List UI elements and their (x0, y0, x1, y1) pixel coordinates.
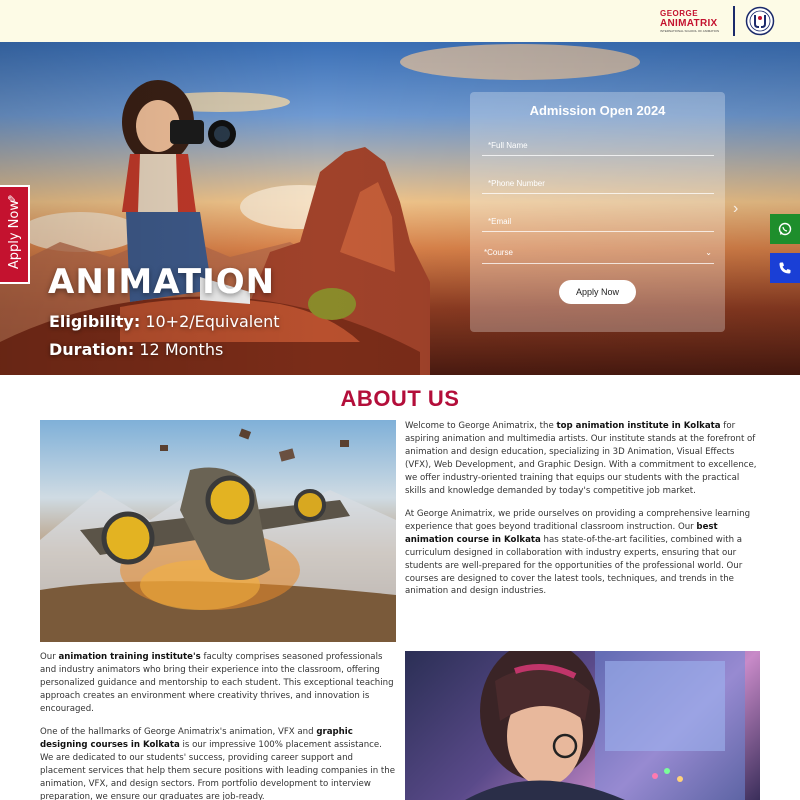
about-paragraph-1: Welcome to George Animatrix, the top ani… (405, 420, 761, 497)
p1-text-a: Welcome to George Animatrix, the (405, 421, 557, 431)
university-logo[interactable] (745, 6, 775, 36)
admission-form: Admission Open 2024 *Course ⌄ Apply Now (470, 92, 725, 332)
phone-icon (779, 262, 791, 274)
eligibility-value: 10+2/Equivalent (145, 312, 280, 331)
girl-at-computer-image (405, 651, 760, 800)
whatsapp-icon (778, 222, 792, 236)
course-title: ANIMATION (48, 262, 276, 302)
about-paragraph-2: At George Animatrix, we pride ourselves … (405, 508, 761, 598)
eligibility-line: Eligibility: 10+2/Equivalent (49, 312, 279, 331)
course-select-value: *Course (484, 248, 513, 257)
p3-link-text: animation training institute's (58, 652, 201, 662)
phone-button[interactable] (770, 253, 800, 283)
whatsapp-button[interactable] (770, 214, 800, 244)
girl-illustration (465, 651, 745, 800)
p1-link-text: top animation institute in Kolkata (556, 421, 721, 431)
p1-text-c: for aspiring animation and multimedia ar… (405, 421, 757, 496)
apply-now-side-tab[interactable]: ✎ Apply Now (0, 185, 30, 284)
about-paragraph-3: Our animation training institute's facul… (40, 651, 396, 716)
george-animatrix-logo[interactable]: GEORGE ANIMATRIX INTERNATIONAL SCHOOL OF… (660, 10, 722, 34)
chevron-right-icon[interactable]: › (733, 200, 738, 218)
p4-text-a: One of the hallmarks of George Animatrix… (40, 727, 317, 737)
course-select[interactable]: *Course ⌄ (482, 248, 714, 264)
duration-value: 12 Months (139, 340, 224, 359)
p3-text-a: Our (40, 652, 59, 662)
site-header: GEORGE ANIMATRIX INTERNATIONAL SCHOOL OF… (0, 0, 800, 42)
eligibility-label: Eligibility: (49, 312, 141, 331)
about-us-heading: ABOUT US (340, 386, 460, 411)
logo-text-line2: ANIMATRIX (660, 18, 718, 29)
chevron-down-icon: ⌄ (705, 248, 712, 257)
email-input[interactable] (482, 212, 714, 232)
phone-number-input[interactable] (482, 174, 714, 194)
logo-divider (733, 6, 735, 36)
apply-now-button[interactable]: Apply Now (559, 280, 636, 304)
logo-text-line1: GEORGE (660, 9, 699, 18)
crashing-plane-image (40, 420, 396, 642)
duration-line: Duration: 12 Months (49, 340, 223, 359)
university-seal-icon (745, 6, 775, 36)
logo-text-line3: INTERNATIONAL SCHOOL OF ANIMATION (660, 29, 720, 33)
hero-banner: ANIMATION Eligibility: 10+2/Equivalent D… (0, 42, 800, 375)
plane-illustration (40, 428, 396, 642)
full-name-input[interactable] (482, 136, 714, 156)
apply-tab-label: Apply Now (6, 199, 22, 270)
form-title: Admission Open 2024 (529, 103, 666, 118)
about-paragraph-4: One of the hallmarks of George Animatrix… (40, 726, 396, 800)
duration-label: Duration: (49, 340, 135, 359)
